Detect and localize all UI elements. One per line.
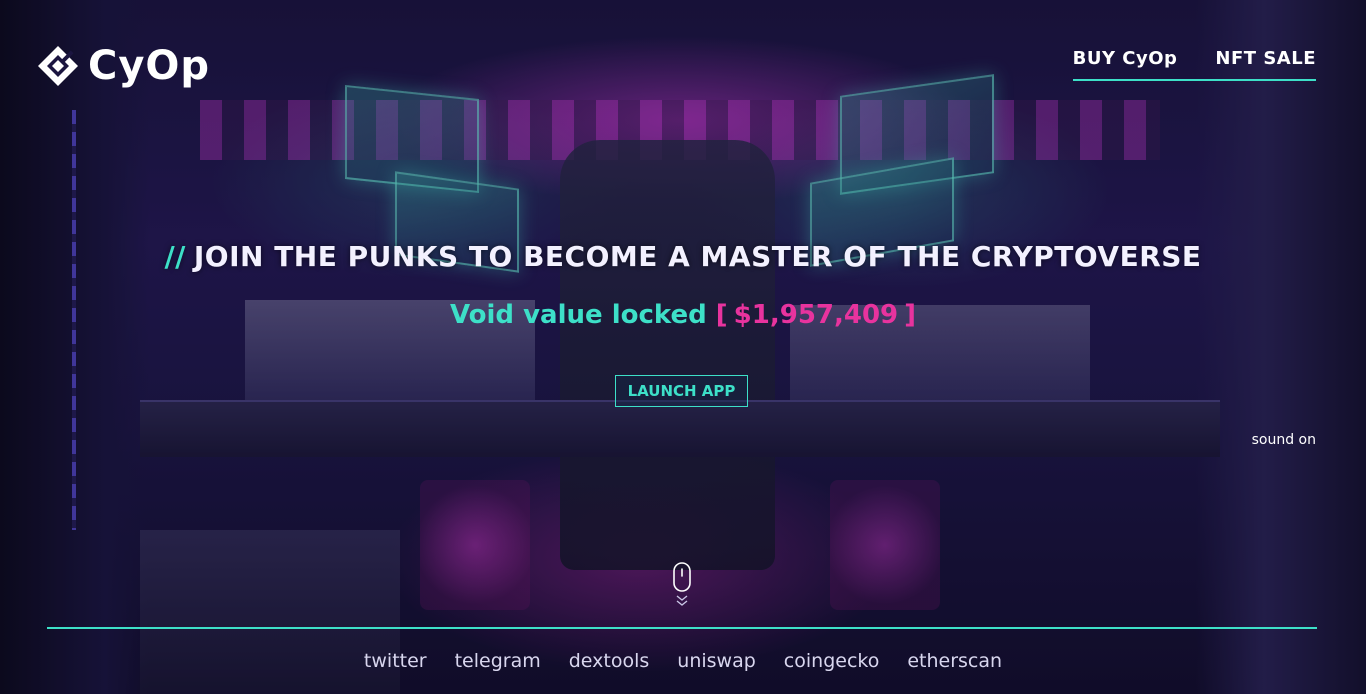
cyop-diamond-logo-icon (38, 46, 78, 86)
tvl-readout: Void value locked [$1,957,409] (0, 300, 1366, 330)
hero-stage: CyOp BUY CyOp NFT SALE //JOIN THE PUNKS … (0, 0, 1366, 694)
brand-logo-link[interactable]: CyOp (36, 44, 210, 88)
coingecko-link[interactable]: coingecko (784, 650, 880, 672)
telegram-link[interactable]: telegram (455, 650, 541, 672)
tvl-close-bracket: ] (904, 300, 917, 330)
tvl-open-bracket: [ (715, 300, 728, 330)
brand-name: CyOp (88, 43, 211, 89)
footer-social-links: twitter telegram dextools uniswap coinge… (0, 650, 1366, 672)
buy-cyop-link[interactable]: BUY CyOp (1073, 48, 1178, 69)
dextools-link[interactable]: dextools (569, 650, 650, 672)
twitter-link[interactable]: twitter (364, 650, 427, 672)
hero-headline: //JOIN THE PUNKS TO BECOME A MASTER OF T… (0, 240, 1366, 273)
top-nav: BUY CyOp NFT SALE (1072, 48, 1316, 81)
mouse-scroll-down-icon[interactable] (671, 562, 693, 610)
launch-app-button[interactable]: LAUNCH APP (615, 375, 748, 407)
nft-sale-link[interactable]: NFT SALE (1215, 48, 1316, 69)
sound-toggle[interactable]: sound on (1252, 432, 1316, 448)
footer-divider (47, 627, 1317, 629)
etherscan-link[interactable]: etherscan (907, 650, 1002, 672)
headline-text: JOIN THE PUNKS TO BECOME A MASTER OF THE… (193, 240, 1202, 273)
tvl-value: $1,957,409 (733, 300, 899, 330)
tvl-label: Void value locked (449, 300, 707, 330)
headline-slashes: // (164, 240, 186, 273)
uniswap-link[interactable]: uniswap (677, 650, 756, 672)
